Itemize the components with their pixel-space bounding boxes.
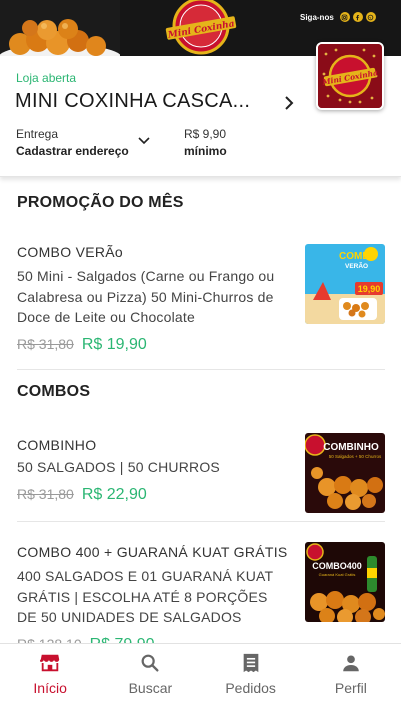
- nav-item-pedidos[interactable]: Pedidos: [201, 644, 301, 704]
- section-title-promo: PROMOÇÃO DO MÊS: [17, 194, 184, 211]
- nav-item-inicio[interactable]: Início: [0, 644, 100, 704]
- divider: [17, 521, 385, 522]
- product-image[interactable]: COMBO VERÃO 19,90: [305, 244, 385, 324]
- delivery-label: Entrega: [16, 127, 59, 141]
- product-image[interactable]: COMBO400 Guaraná Kuat Grátis: [305, 542, 385, 622]
- thumb-subtitle: Guaraná Kuat Grátis: [319, 572, 356, 577]
- nav-label: Início: [33, 680, 67, 696]
- follow-label: Siga-nos: [300, 12, 334, 22]
- coxinha-photo: [0, 0, 120, 56]
- whatsapp-icon[interactable]: [365, 12, 376, 22]
- chevron-right-icon[interactable]: [283, 95, 295, 111]
- product-price: R$ 22,90: [81, 485, 147, 503]
- nav-item-buscar[interactable]: Buscar: [100, 644, 200, 704]
- divider: [17, 369, 385, 370]
- minimum-order-value: R$ 9,90: [184, 127, 227, 141]
- delivery-address[interactable]: Cadastrar endereço: [16, 144, 129, 158]
- social-links: Siga-nos: [300, 12, 376, 22]
- product-image[interactable]: COMBINHO 50 Salgados + 50 Churros: [305, 433, 385, 513]
- banner-logo: Mini Coxinha: [165, 0, 237, 55]
- store-header: Loja aberta MINI COXINHA CASCA... Mini C…: [0, 42, 401, 177]
- minimum-order-label: mínimo: [184, 144, 227, 158]
- product-old-price: R$ 31,80: [17, 335, 74, 352]
- nav-label: Perfil: [334, 680, 367, 696]
- product-description: 50 SALGADOS | 50 CHURROS: [17, 459, 220, 475]
- chevron-down-icon[interactable]: [137, 136, 151, 146]
- search-icon: [141, 654, 159, 672]
- instagram-icon[interactable]: [339, 12, 350, 22]
- section-title-combos: COMBOS: [17, 383, 91, 400]
- receipt-icon: [243, 653, 258, 673]
- thumb-price: 19,90: [358, 284, 381, 294]
- thumb-title: COMBO: [339, 251, 378, 262]
- thumb-subtitle: 50 Salgados + 50 Churros: [329, 454, 382, 459]
- store-logo: Mini Coxinha: [316, 42, 384, 110]
- nav-item-perfil[interactable]: Perfil: [301, 644, 401, 704]
- delivery-address-selector[interactable]: Entrega Cadastrar endereço: [16, 127, 150, 158]
- thumb-title: COMBINHO: [323, 442, 379, 453]
- product-price: R$ 19,90: [81, 335, 147, 353]
- product-description: 50 Mini - Salgados (Carne ou Frango ou C…: [17, 268, 275, 325]
- product-old-price: R$ 31,80: [17, 485, 74, 502]
- store-status: Loja aberta: [16, 71, 77, 85]
- thumb-subtitle: VERÃO: [345, 261, 368, 270]
- store-icon: [40, 654, 60, 672]
- person-icon: [343, 655, 359, 672]
- facebook-icon[interactable]: [352, 12, 363, 22]
- minimum-order: R$ 9,90 mínimo: [184, 127, 227, 158]
- bottom-navigation: Início Buscar Pedidos Perfil: [0, 643, 401, 704]
- thumb-title: COMBO400: [312, 561, 362, 571]
- product-description: 400 SALGADOS E 01 GUARANÁ KUAT GRÁTIS | …: [17, 568, 274, 625]
- nav-label: Pedidos: [225, 680, 276, 696]
- nav-label: Buscar: [128, 680, 173, 696]
- store-name[interactable]: MINI COXINHA CASCA...: [15, 90, 250, 113]
